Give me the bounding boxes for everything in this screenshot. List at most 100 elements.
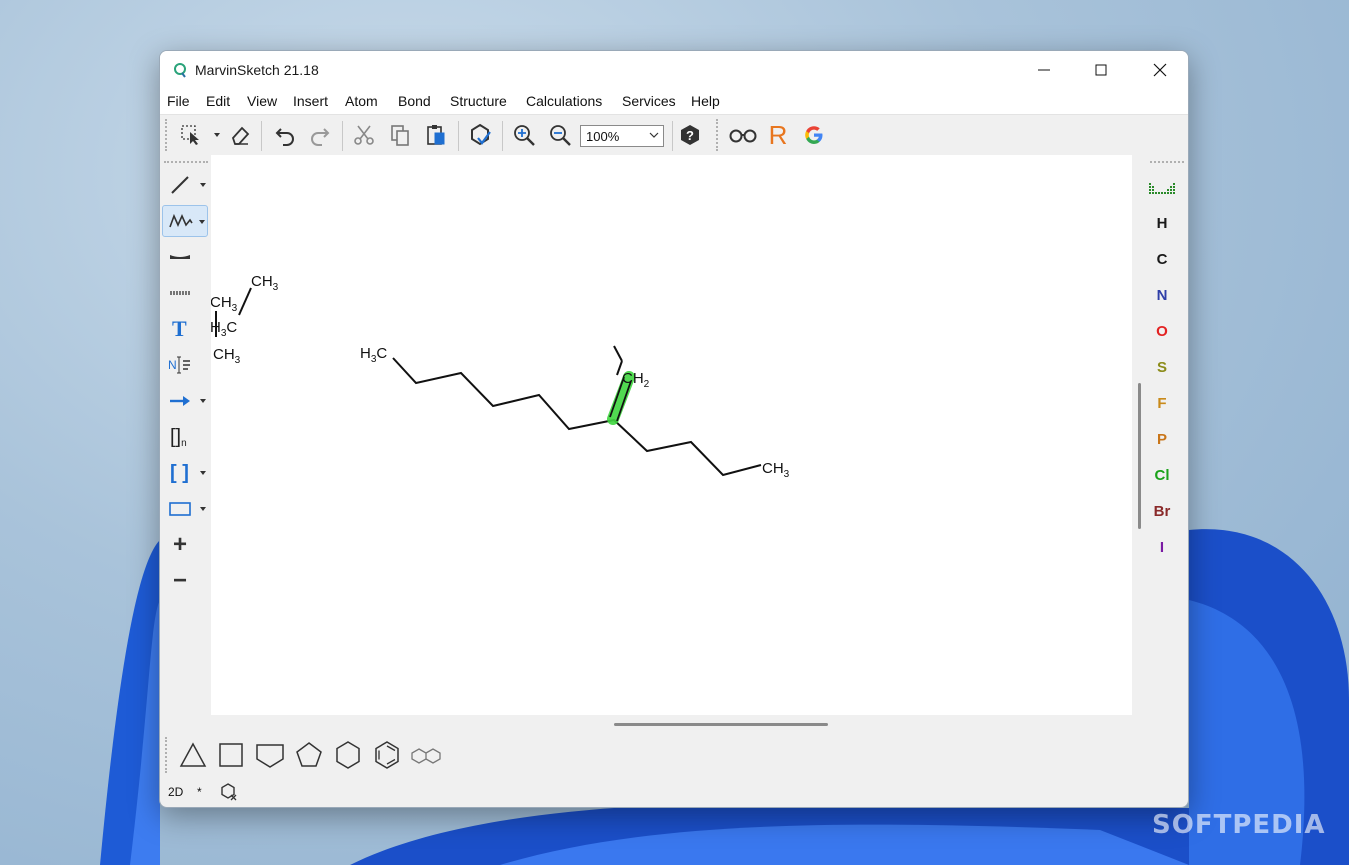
cyclohexane-template[interactable] [332, 739, 364, 771]
atom-button-cl[interactable]: Cl [1142, 461, 1182, 491]
menu-help[interactable]: Help [691, 93, 720, 109]
atom-list-tool[interactable]: N [162, 349, 208, 381]
text-tool[interactable]: T [162, 313, 208, 345]
atom-label-h3c: H3C [360, 345, 387, 365]
cyclopropane-template[interactable] [177, 739, 209, 771]
canvas-horizontal-scrollbar[interactable] [614, 723, 828, 726]
atom-button-i[interactable]: I [1142, 533, 1182, 563]
close-icon [1153, 63, 1167, 77]
single-bond-tool[interactable] [162, 169, 208, 201]
minimize-button[interactable] [1015, 51, 1073, 89]
n-label: N [168, 358, 177, 372]
benzene-template[interactable] [371, 739, 403, 771]
atom-label-h3c: H3C [211, 319, 237, 339]
window-title: MarvinSketch 21.18 [195, 62, 319, 78]
chain-icon [169, 213, 193, 228]
menu-services[interactable]: Services [622, 93, 676, 109]
check-structure-icon [471, 123, 491, 146]
chevron-down-icon [649, 132, 659, 138]
zoom-level-value: 100% [586, 129, 620, 144]
dropdown-arrow-icon [199, 220, 205, 224]
decrease-charge-tool[interactable]: − [162, 565, 208, 597]
maximize-icon [1095, 64, 1107, 76]
cursor-list-icon [176, 356, 190, 374]
pentagon-down-icon [256, 744, 284, 768]
reaction-arrow-tool[interactable] [162, 385, 208, 417]
menu-file[interactable]: File [167, 93, 190, 109]
periodic-table-button[interactable] [1142, 173, 1182, 203]
cyclobutane-template[interactable] [215, 739, 247, 771]
left-panel-grip [164, 161, 208, 163]
zoom-level-select[interactable]: 100% [580, 125, 664, 147]
repeating-unit-tool[interactable]: [] n [162, 421, 208, 453]
menu-edit[interactable]: Edit [206, 93, 230, 109]
atom-button-s[interactable]: S [1142, 353, 1182, 383]
drawing-canvas[interactable]: CH3 CH3 H3C CH3 H3C CH2 CH3 [211, 155, 1132, 715]
shape-tool[interactable] [162, 493, 208, 525]
menu-insert[interactable]: Insert [293, 93, 328, 109]
view-3d-button[interactable] [726, 121, 760, 149]
menu-calculations[interactable]: Calculations [526, 93, 602, 109]
menu-structure[interactable]: Structure [450, 93, 507, 109]
atom-button-o[interactable]: O [1142, 317, 1182, 347]
chain-tool[interactable] [162, 205, 208, 237]
zoom-in-button[interactable] [510, 121, 538, 149]
close-button[interactable] [1131, 51, 1188, 89]
atom-label-ch3: CH3 [251, 273, 279, 293]
undo-button[interactable] [271, 121, 299, 149]
help-button[interactable]: ? [676, 121, 704, 149]
fragment-tert-butyl: CH3 CH3 H3C CH3 [211, 273, 279, 366]
cyclopentane-template[interactable] [293, 739, 325, 771]
toolbar-separator [502, 121, 503, 151]
menu-view[interactable]: View [247, 93, 277, 109]
reaction-button[interactable]: R [764, 120, 792, 150]
templates-toolbar [160, 735, 1188, 775]
increase-charge-tool[interactable]: + [162, 529, 208, 561]
paste-icon [427, 125, 445, 145]
bracket-tool[interactable]: [ ] [162, 457, 208, 489]
atom-button-n[interactable]: N [1142, 281, 1182, 311]
bold-bond-icon [170, 255, 190, 259]
select-dropdown-icon[interactable] [213, 131, 221, 139]
atom-label-ch3: CH3 [213, 346, 241, 366]
structure-error-icon[interactable] [220, 783, 238, 801]
atom-button-h[interactable]: H [1142, 209, 1182, 239]
maximize-button[interactable] [1072, 51, 1130, 89]
arrow-right-icon [170, 396, 190, 406]
naphthalene-icon [411, 748, 441, 764]
atom-button-c[interactable]: C [1142, 245, 1182, 275]
status-bar: 2D * [160, 779, 1188, 807]
atom-button-p[interactable]: P [1142, 425, 1182, 455]
atom-button-f[interactable]: F [1142, 389, 1182, 419]
menu-bond[interactable]: Bond [398, 93, 431, 109]
naphthalene-template[interactable] [410, 739, 442, 771]
svg-text:?: ? [686, 128, 694, 143]
copy-button[interactable] [386, 121, 414, 149]
atom-button-br[interactable]: Br [1142, 497, 1182, 527]
google-search-button[interactable] [800, 121, 828, 149]
toolbar-separator [672, 121, 673, 151]
atoms-toolbar: H C N O S F P Cl Br I [1142, 169, 1182, 569]
hashed-bond-tool[interactable] [162, 277, 208, 309]
canvas-vertical-scrollbar[interactable] [1138, 383, 1141, 529]
zoom-out-button[interactable] [546, 121, 574, 149]
toolbar-separator [458, 121, 459, 151]
single-bond-icon [171, 176, 189, 194]
menu-atom[interactable]: Atom [345, 93, 378, 109]
cyclopentane-alt-template[interactable] [254, 739, 286, 771]
marvinsketch-window: MarvinSketch 21.18 File Edit View Insert… [159, 50, 1189, 808]
cut-button[interactable] [350, 121, 378, 149]
select-tool-button[interactable] [177, 121, 205, 149]
rectangle-icon [169, 502, 191, 516]
dropdown-arrow-icon [200, 399, 206, 403]
scissors-icon [354, 125, 374, 145]
wedge-bond-tool[interactable] [162, 241, 208, 273]
paste-button[interactable] [422, 121, 450, 149]
toolbar-separator [261, 121, 262, 151]
check-structure-button[interactable] [466, 121, 494, 149]
google-icon [805, 126, 823, 144]
minimize-icon [1038, 69, 1050, 71]
templates-grip [165, 737, 167, 773]
redo-button[interactable] [306, 121, 334, 149]
erase-button[interactable] [226, 121, 254, 149]
